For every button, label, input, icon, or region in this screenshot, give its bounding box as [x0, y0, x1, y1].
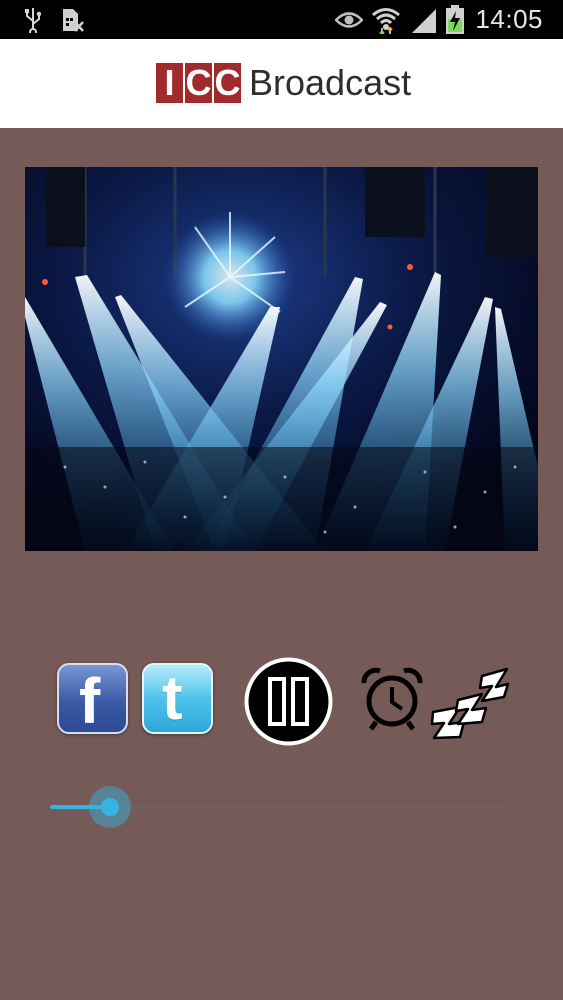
- logo-letter: C: [185, 62, 212, 103]
- alarm-clock-icon: [361, 667, 423, 731]
- volume-slider[interactable]: [50, 786, 510, 828]
- sleep-zzz-icon: [430, 667, 510, 740]
- station-artwork: [25, 167, 538, 551]
- wifi-icon: [370, 6, 402, 34]
- status-bar: 14:05: [0, 0, 563, 39]
- facebook-icon: f: [79, 665, 101, 737]
- signal-icon: [410, 6, 438, 34]
- usb-icon: [22, 6, 44, 34]
- sleep-timer-button[interactable]: [430, 660, 510, 740]
- logo-mark: I C C: [156, 63, 243, 103]
- logo-text: Broadcast: [249, 62, 412, 103]
- play-pause-button[interactable]: [243, 656, 334, 747]
- battery-charging-icon: [444, 5, 466, 34]
- sim-blocked-icon: [60, 6, 86, 34]
- eye-icon: [334, 6, 364, 34]
- twitter-share-button[interactable]: t: [142, 663, 213, 734]
- logo-letter: C: [214, 62, 241, 103]
- logo-letter: I: [156, 63, 183, 103]
- twitter-icon: t: [162, 664, 183, 733]
- alarm-button[interactable]: [360, 667, 424, 731]
- clock-time: 14:05: [475, 4, 543, 34]
- volume-thumb[interactable]: [101, 798, 119, 816]
- pause-icon: [244, 657, 333, 746]
- facebook-share-button[interactable]: f: [57, 663, 128, 734]
- app-logo: I C C Broadcast: [156, 62, 411, 104]
- concert-stage-image: [25, 167, 538, 551]
